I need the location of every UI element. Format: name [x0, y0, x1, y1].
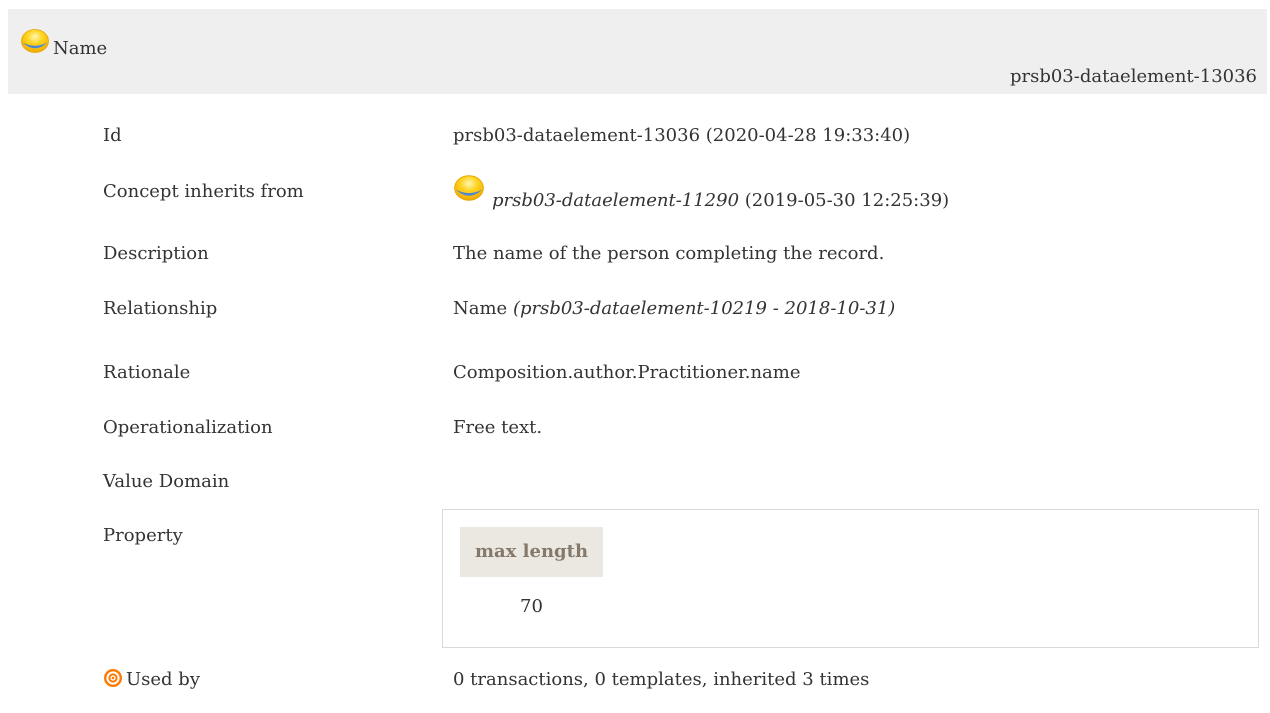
yellow-orb-icon — [20, 28, 50, 59]
property-column-value: 70 — [520, 596, 543, 617]
relationship-name: Name — [453, 298, 508, 319]
relationship-ref: (prsb03-dataelement-10219 - 2018-10-31) — [512, 298, 896, 319]
inherits-timestamp: (2019-05-30 12:25:39) — [744, 190, 950, 211]
property-column-header: max length — [460, 527, 603, 577]
used-by-label: Used by — [126, 669, 200, 690]
concept-header: Name prsb03-dataelement-13036 — [8, 9, 1267, 94]
concept-identifier: prsb03-dataelement-13036 — [1009, 66, 1257, 87]
operationalization-label: Operationalization — [103, 417, 273, 438]
relationship-value: Name (prsb03-dataelement-10219 - 2018-10… — [453, 297, 895, 321]
rationale-value: Composition.author.Practitioner.name — [453, 362, 801, 383]
rationale-label: Rationale — [103, 362, 191, 383]
inherits-value: prsb03-dataelement-11290 (2019-05-30 12:… — [492, 189, 949, 213]
description-label: Description — [103, 243, 209, 264]
yellow-orb-icon — [453, 174, 485, 207]
inherits-label: Concept inherits from — [103, 181, 304, 202]
relationship-label: Relationship — [103, 298, 218, 319]
operationalization-value: Free text. — [453, 417, 543, 438]
inherits-link[interactable]: prsb03-dataelement-11290 — [492, 190, 739, 211]
id-value: prsb03-dataelement-13036 (2020-04-28 19:… — [453, 125, 911, 146]
used-by-value: 0 transactions, 0 templates, inherited 3… — [453, 669, 870, 690]
target-icon — [103, 668, 123, 693]
property-label: Property — [103, 525, 183, 546]
description-value: The name of the person completing the re… — [453, 243, 885, 264]
concept-title: Name — [53, 38, 108, 59]
property-table: max length 70 — [442, 509, 1259, 648]
id-label: Id — [103, 125, 122, 146]
value-domain-label: Value Domain — [103, 471, 230, 492]
